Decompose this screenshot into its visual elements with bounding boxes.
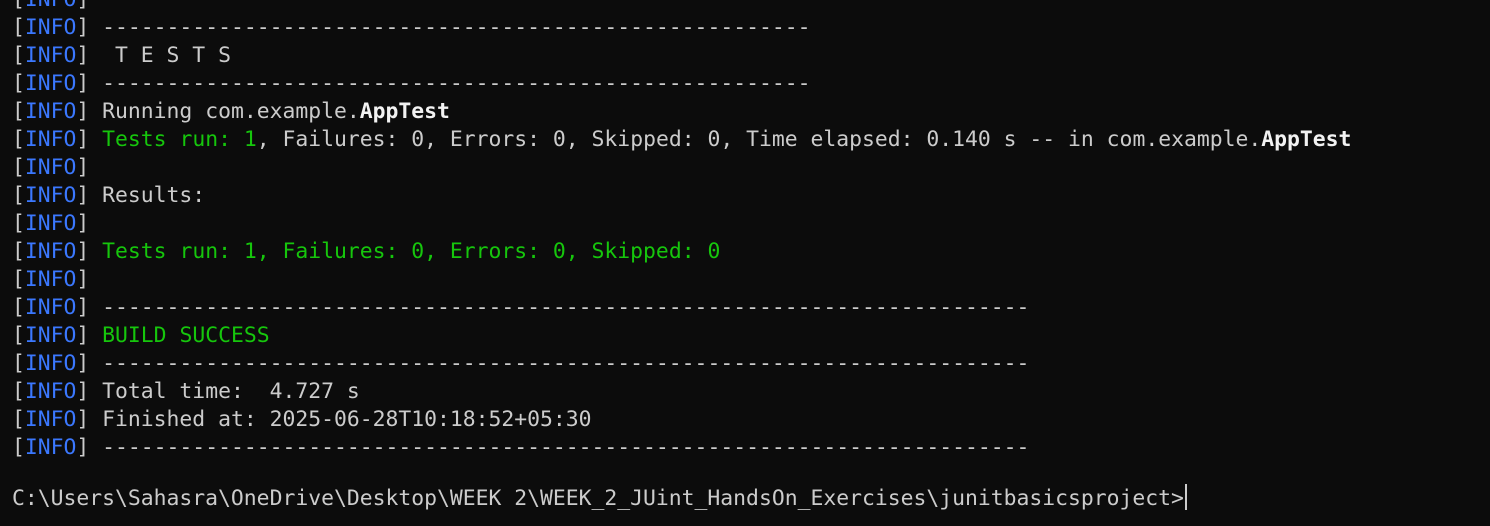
log-text: AppTest — [1261, 127, 1352, 152]
log-text: ] Results: — [76, 183, 206, 208]
log-text: Tests run: 1 — [102, 127, 257, 152]
log-text: [ — [12, 407, 25, 432]
log-text: [ — [12, 15, 25, 40]
log-text: ] — [76, 0, 102, 12]
log-text: ] --------------------------------------… — [76, 351, 1030, 376]
log-line: [INFO] Results: — [12, 182, 1351, 210]
log-text: ] — [76, 127, 103, 152]
log-text: [ — [12, 435, 25, 460]
log-text: [ — [12, 127, 25, 152]
log-level-label: INFO — [24, 127, 77, 152]
log-line: [INFO] — [12, 0, 1351, 14]
log-level-label: INFO — [24, 183, 77, 208]
log-text: ] — [76, 239, 103, 264]
log-text: [ — [12, 379, 25, 404]
log-level-label: INFO — [24, 15, 77, 40]
log-level-label: INFO — [24, 211, 77, 236]
log-line: [INFO] ---------------------------------… — [12, 350, 1351, 378]
log-level-label: INFO — [24, 155, 77, 180]
log-level-label: INFO — [24, 295, 77, 320]
prompt-path: C:\Users\Sahasra\OneDrive\Desktop\WEEK 2… — [12, 486, 1184, 511]
log-text: [ — [12, 183, 25, 208]
log-text: [ — [12, 0, 25, 12]
log-text: [ — [12, 323, 25, 348]
log-level-label: INFO — [25, 0, 77, 12]
log-text: BUILD SUCCESS — [102, 323, 270, 348]
log-line: [INFO] — [12, 154, 1351, 182]
log-level-label: INFO — [24, 43, 77, 68]
log-line: [INFO] ---------------------------------… — [12, 14, 1351, 42]
log-text: ] — [76, 155, 90, 180]
log-text: ] Running com.example. — [76, 99, 360, 124]
log-line: [INFO] — [12, 210, 1351, 238]
log-text: [ — [12, 351, 25, 376]
log-text: AppTest — [359, 99, 450, 124]
log-line: [INFO] Tests run: 1, Failures: 0, Errors… — [12, 238, 1351, 266]
log-line: [INFO] ---------------------------------… — [12, 434, 1351, 462]
log-text: [ — [12, 239, 25, 264]
log-line: [INFO] BUILD SUCCESS — [12, 322, 1351, 350]
log-level-label: INFO — [24, 323, 77, 348]
log-level-label: INFO — [24, 99, 77, 124]
log-text: [ — [12, 211, 25, 236]
log-line: [INFO] — [12, 266, 1351, 294]
log-text: [ — [12, 295, 25, 320]
log-level-label: INFO — [24, 239, 77, 264]
text-cursor — [1184, 484, 1187, 510]
log-text: Tests run: 1, Failures: 0, Errors: 0, Sk… — [102, 239, 721, 264]
log-line: [INFO] T E S T S — [12, 42, 1351, 70]
log-line: [INFO] ---------------------------------… — [12, 294, 1351, 322]
log-level-label: INFO — [24, 267, 77, 292]
log-line: [INFO] Tests run: 1, Failures: 0, Errors… — [12, 126, 1351, 154]
log-text: ] --------------------------------------… — [76, 71, 811, 96]
log-line: [INFO] Running com.example.AppTest — [12, 98, 1351, 126]
log-level-label: INFO — [24, 407, 77, 432]
log-line: [INFO] ---------------------------------… — [12, 70, 1351, 98]
log-text: [ — [12, 99, 25, 124]
log-text: , Failures: 0, Errors: 0, Skipped: 0, Ti… — [256, 127, 1262, 152]
log-line: [INFO] Finished at: 2025-06-28T10:18:52+… — [12, 406, 1351, 434]
log-text: [ — [12, 155, 25, 180]
log-text: ] T E S T S — [76, 43, 231, 68]
log-text: [ — [12, 43, 25, 68]
log-text: ] --------------------------------------… — [76, 15, 811, 40]
log-text: ] — [76, 267, 90, 292]
log-text: ] --------------------------------------… — [76, 295, 1030, 320]
log-level-label: INFO — [24, 435, 77, 460]
terminal-output: [INFO] [INFO] --------------------------… — [12, 0, 1351, 462]
log-text: ] Finished at: 2025-06-28T10:18:52+05:30 — [76, 407, 592, 432]
log-text: ] Total time: 4.727 s — [76, 379, 360, 404]
log-level-label: INFO — [24, 71, 77, 96]
log-text: [ — [12, 71, 25, 96]
log-level-label: INFO — [24, 379, 77, 404]
log-level-label: INFO — [24, 351, 77, 376]
log-text: ] — [76, 211, 90, 236]
log-line: [INFO] Total time: 4.727 s — [12, 378, 1351, 406]
log-text: ] --------------------------------------… — [76, 435, 1030, 460]
terminal-window[interactable]: [INFO] [INFO] --------------------------… — [0, 0, 1490, 526]
log-text: ] — [76, 323, 103, 348]
log-text: [ — [12, 267, 25, 292]
command-prompt[interactable]: C:\Users\Sahasra\OneDrive\Desktop\WEEK 2… — [12, 484, 1187, 513]
